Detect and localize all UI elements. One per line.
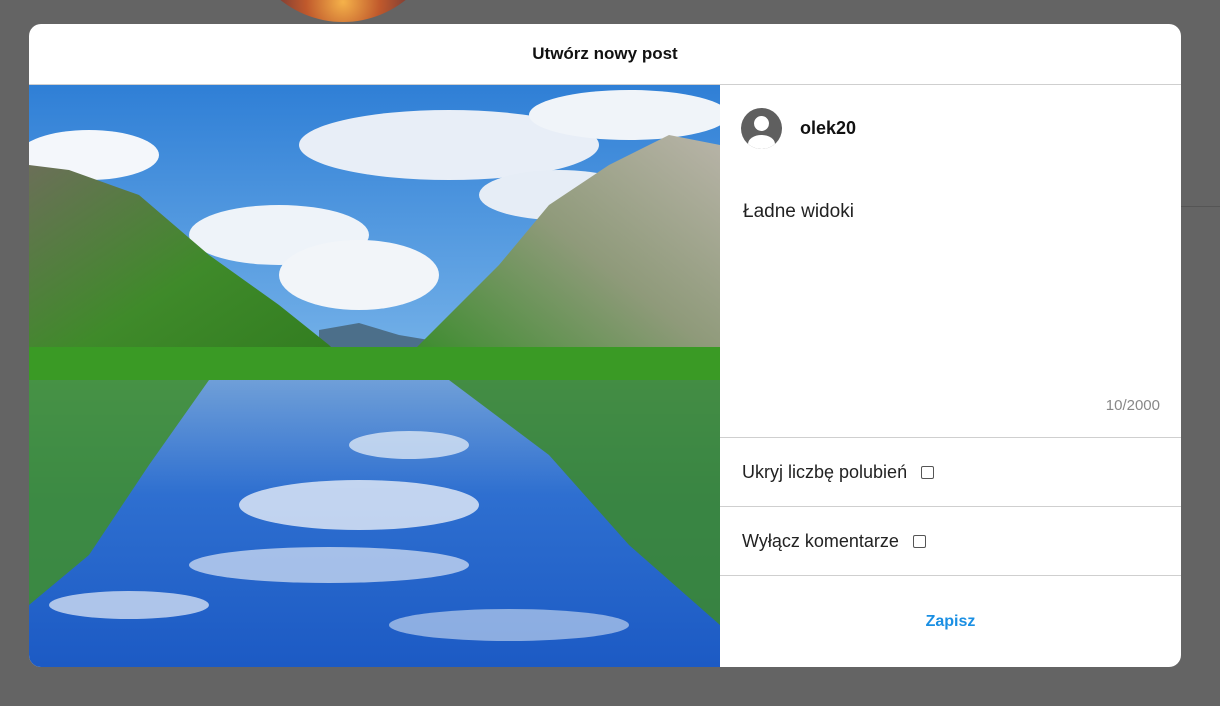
background-divider	[1181, 206, 1220, 207]
landscape-image	[29, 85, 720, 667]
save-button[interactable]: Zapisz	[926, 613, 976, 631]
modal-header: Utwórz nowy post	[29, 24, 1181, 85]
caption-area: 10/2000	[720, 171, 1181, 437]
post-photo	[29, 85, 720, 667]
modal-body: olek20 10/2000 Ukryj liczbę polubień Wył…	[29, 85, 1181, 667]
disable-comments-label: Wyłącz komentarze	[742, 530, 899, 551]
caption-input[interactable]	[743, 201, 1159, 381]
disable-comments-checkbox[interactable]	[912, 534, 926, 548]
character-counter: 10/2000	[1105, 397, 1160, 414]
post-details-panel: olek20 10/2000 Ukryj liczbę polubień Wył…	[720, 85, 1181, 667]
option-disable-comments: Wyłącz komentarze	[720, 506, 1181, 575]
post-author: olek20	[720, 85, 1181, 171]
username: olek20	[800, 117, 857, 138]
option-hide-likes: Ukryj liczbę polubień	[720, 437, 1181, 506]
hide-likes-checkbox[interactable]	[921, 465, 935, 479]
hide-likes-label: Ukryj liczbę polubień	[742, 461, 908, 482]
create-post-modal: Utwórz nowy post olek20 Ładne widoki 10/…	[29, 24, 1181, 667]
save-row: Zapisz	[720, 575, 1181, 667]
user-avatar-icon	[741, 107, 782, 149]
background-profile-photo	[243, 0, 443, 22]
modal-title: Utwórz nowy post	[532, 44, 678, 63]
